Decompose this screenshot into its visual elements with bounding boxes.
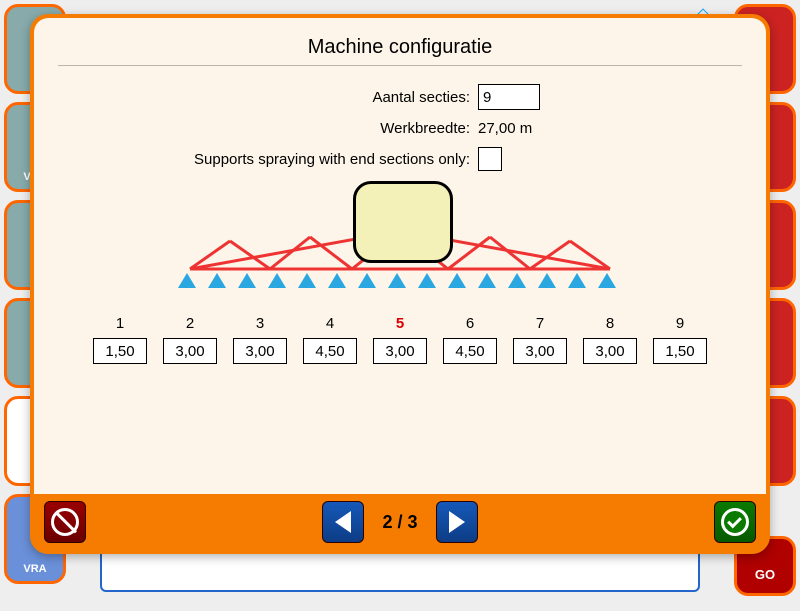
section-column: 9 [652, 315, 708, 364]
nozzle-icon [238, 273, 256, 288]
config-form: Aantal secties: Werkbreedte: 27,00 m Sup… [140, 84, 660, 171]
nozzle-icon [208, 273, 226, 288]
end-sections-checkbox[interactable] [478, 147, 502, 171]
section-number: 7 [512, 315, 568, 332]
next-button[interactable] [436, 501, 478, 543]
section-number: 6 [442, 315, 498, 332]
section-column: 8 [582, 315, 638, 364]
section-number: 5 [372, 315, 428, 332]
section-widths: 123456789 [58, 315, 742, 364]
sidebar-label: VRA [7, 563, 63, 575]
nozzle-icon [388, 273, 406, 288]
nozzle-icon [448, 273, 466, 288]
section-column: 2 [162, 315, 218, 364]
nozzle-icon [268, 273, 286, 288]
section-number: 2 [162, 315, 218, 332]
section-width-input[interactable] [653, 338, 707, 364]
section-width-input[interactable] [513, 338, 567, 364]
nozzle-icon [538, 273, 556, 288]
section-width-input[interactable] [443, 338, 497, 364]
section-number: 3 [232, 315, 288, 332]
section-width-input[interactable] [583, 338, 637, 364]
nozzle-icon [508, 273, 526, 288]
boom-diagram [120, 181, 680, 301]
tank-icon [353, 181, 453, 263]
sections-input[interactable] [478, 84, 540, 110]
section-width-input[interactable] [93, 338, 147, 364]
section-column: 3 [232, 315, 288, 364]
prev-button[interactable] [322, 501, 364, 543]
arrow-left-icon [335, 511, 351, 533]
divider [58, 65, 742, 66]
nozzle-icon [418, 273, 436, 288]
nozzle-icon [178, 273, 196, 288]
section-number: 1 [92, 315, 148, 332]
ok-icon [721, 508, 749, 536]
section-column: 1 [92, 315, 148, 364]
machine-config-modal: Machine configuratie Aantal secties: Wer… [30, 14, 770, 554]
width-label: Werkbreedte: [140, 120, 478, 137]
nozzle-icon [358, 273, 376, 288]
section-width-input[interactable] [233, 338, 287, 364]
nozzle-icon [328, 273, 346, 288]
cancel-button[interactable] [44, 501, 86, 543]
section-column: 6 [442, 315, 498, 364]
nozzle-icon [568, 273, 586, 288]
nozzle-icon [598, 273, 616, 288]
section-column: 4 [302, 315, 358, 364]
width-value: 27,00 m [478, 120, 532, 137]
modal-title: Machine configuratie [58, 28, 742, 65]
page-indicator: 2 / 3 [382, 512, 417, 533]
section-column: 5 [372, 315, 428, 364]
nozzle-icon [478, 273, 496, 288]
nozzle-icon [298, 273, 316, 288]
section-width-input[interactable] [163, 338, 217, 364]
section-number: 8 [582, 315, 638, 332]
section-column: 7 [512, 315, 568, 364]
section-number: 4 [302, 315, 358, 332]
modal-footer: 2 / 3 [34, 494, 766, 550]
section-width-input[interactable] [303, 338, 357, 364]
sections-label: Aantal secties: [140, 89, 478, 106]
section-number: 9 [652, 315, 708, 332]
section-width-input[interactable] [373, 338, 427, 364]
arrow-right-icon [449, 511, 465, 533]
cancel-icon [51, 508, 79, 536]
ok-button[interactable] [714, 501, 756, 543]
end-sections-label: Supports spraying with end sections only… [140, 151, 478, 168]
